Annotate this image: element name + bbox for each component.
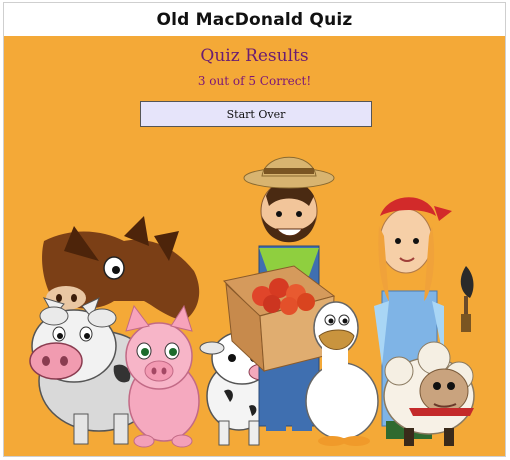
pig-image [125, 304, 200, 448]
results-panel: Quiz Results 3 out of 5 Correct! Start O… [4, 36, 505, 456]
score-text: 3 out of 5 Correct! [197, 74, 312, 88]
farm-animals-illustration [29, 156, 475, 448]
title-bar: Old MacDonald Quiz [4, 3, 505, 36]
duck-image [305, 301, 379, 446]
app-title: Old MacDonald Quiz [156, 9, 353, 30]
start-over-button[interactable]: Start Over [140, 101, 372, 127]
horse-image [42, 216, 200, 321]
trowel-image [460, 266, 474, 332]
quiz-results-heading: Quiz Results [200, 46, 309, 66]
